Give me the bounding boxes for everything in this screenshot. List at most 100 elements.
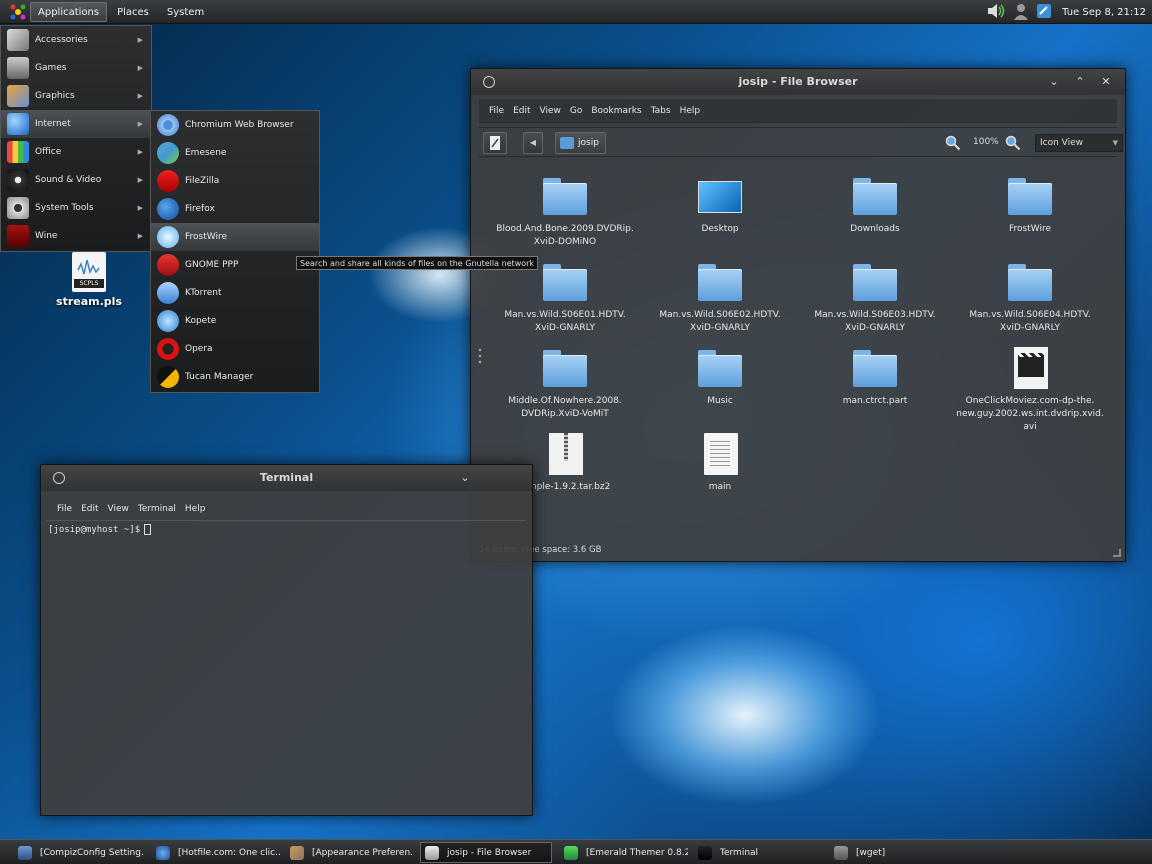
folder-item[interactable]: Man.vs.Wild.S06E03.HDTV. XviD-GNARLY [801, 261, 949, 335]
browser-icon [156, 845, 170, 860]
menu-item-office[interactable]: Office ▶ [1, 138, 151, 166]
taskbar-button-appearance[interactable]: [Appearance Preferen... [286, 842, 414, 863]
menu-item-system-tools[interactable]: System Tools ▶ [1, 194, 151, 222]
ktorrent-icon [157, 282, 179, 304]
menu-tabs[interactable]: Tabs [651, 106, 671, 116]
menu-bookmarks[interactable]: Bookmarks [591, 106, 641, 116]
folder-item[interactable]: Downloads [801, 175, 949, 236]
notification-icon[interactable] [1036, 3, 1052, 22]
window-resize-grip[interactable] [1113, 549, 1121, 557]
taskbar-button-wget[interactable]: [wget] [830, 842, 950, 863]
taskbar-button-terminal[interactable]: Terminal [694, 842, 822, 863]
clock[interactable]: Tue Sep 8, 21:12 [1062, 7, 1146, 18]
window-title: josip - File Browser [738, 75, 858, 88]
menu-edit[interactable]: Edit [81, 504, 98, 514]
menu-item-gnome-ppp[interactable]: GNOME PPP [151, 251, 319, 279]
folder-item[interactable]: Man.vs.Wild.S06E04.HDTV. XviD-GNARLY [956, 261, 1104, 335]
menu-item-accessories[interactable]: Accessories ▶ [1, 26, 151, 54]
menu-item-tucan-manager[interactable]: Tucan Manager [151, 363, 319, 391]
menu-help[interactable]: Help [680, 106, 701, 116]
back-arrow-icon[interactable]: ◀ [523, 132, 543, 154]
file-browser-titlebar[interactable]: josip - File Browser ⌄ ⌃ ✕ [471, 69, 1125, 95]
folder-item[interactable]: Middle.Of.Nowhere.2008. DVDRip.XviD-VoMi… [491, 347, 639, 421]
sidebar-resize-handle[interactable] [478, 347, 482, 365]
applications-menu[interactable]: Applications [30, 1, 108, 22]
emerald-icon [564, 845, 578, 860]
file-name: Middle.Of.Nowhere.2008. DVDRip.XviD-VoMi… [508, 396, 622, 419]
taskbar-button-emerald[interactable]: [Emerald Themer 0.8.2] [560, 842, 688, 863]
globe-icon [7, 113, 29, 135]
menu-file[interactable]: File [57, 504, 72, 514]
taskbar-label: [CompizConfig Setting... [40, 847, 144, 858]
menu-item-ktorrent[interactable]: KTorrent [151, 279, 319, 307]
menu-file[interactable]: File [489, 106, 504, 116]
taskbar-button-compiz[interactable]: [CompizConfig Setting... [14, 842, 144, 863]
file-browser-icon [425, 845, 439, 860]
edit-location-button[interactable] [483, 132, 507, 154]
menu-item-wine[interactable]: Wine ▶ [1, 222, 151, 250]
desktop-file-stream-pls[interactable]: SCPLS stream.pls [52, 252, 126, 308]
folder-item[interactable]: Blood.And.Bone.2009.DVDRip. XviD-DOMiNO [491, 175, 639, 249]
menu-terminal[interactable]: Terminal [138, 504, 176, 514]
menu-item-label: Firefox [185, 204, 215, 214]
file-item[interactable]: OneClickMoviez.com-dp-the. new.guy.2002.… [956, 347, 1104, 434]
file-browser-menubar: File Edit View Go Bookmarks Tabs Help [479, 99, 1117, 123]
file-item[interactable]: Desktop [646, 175, 794, 236]
places-menu[interactable]: Places [109, 2, 157, 22]
user-icon[interactable] [1012, 2, 1030, 23]
menu-item-graphics[interactable]: Graphics ▶ [1, 82, 151, 110]
menu-item-emesene[interactable]: Emesene [151, 139, 319, 167]
zoom-level[interactable]: 100% [973, 137, 999, 147]
minimize-icon[interactable]: ⌄ [1045, 73, 1063, 91]
file-item[interactable]: main [646, 433, 794, 494]
accessories-icon [7, 29, 29, 51]
location-toolbar: ◀ josip 100% Icon View ▼ [479, 127, 1123, 157]
menu-item-kopete[interactable]: Kopete [151, 307, 319, 335]
volume-icon[interactable] [986, 2, 1006, 23]
menu-item-sound-video[interactable]: Sound & Video ▶ [1, 166, 151, 194]
file-name: Man.vs.Wild.S06E02.HDTV. XviD-GNARLY [659, 310, 781, 333]
folder-item[interactable]: FrostWire [956, 175, 1104, 236]
appearance-icon [290, 845, 304, 860]
system-tray: Tue Sep 8, 21:12 [986, 0, 1146, 24]
taskbar-button-browser[interactable]: [Hotfile.com: One clic... [152, 842, 280, 863]
bottom-taskbar: [CompizConfig Setting... [Hotfile.com: On… [0, 839, 1152, 864]
taskbar-button-file-browser[interactable]: josip - File Browser [420, 842, 552, 863]
menu-help[interactable]: Help [185, 504, 206, 514]
menu-item-firefox[interactable]: Firefox [151, 195, 319, 223]
emesene-icon [157, 142, 179, 164]
folder-item[interactable]: Man.vs.Wild.S06E01.HDTV. XviD-GNARLY [491, 261, 639, 335]
terminal-output[interactable]: [josip@myhost ~]$ [48, 524, 532, 535]
submenu-arrow-icon: ▶ [137, 148, 143, 156]
menu-view[interactable]: View [540, 106, 561, 116]
system-menu[interactable]: System [159, 2, 212, 22]
frostwire-tooltip: Search and share all kinds of files on t… [296, 256, 539, 270]
folder-icon [541, 175, 589, 217]
maximize-icon[interactable]: ⌃ [1071, 73, 1089, 91]
folder-item[interactable]: Man.vs.Wild.S06E02.HDTV. XviD-GNARLY [646, 261, 794, 335]
menu-edit[interactable]: Edit [513, 106, 530, 116]
terminal-titlebar[interactable]: Terminal ⌄ [41, 465, 532, 491]
menu-item-opera[interactable]: Opera [151, 335, 319, 363]
menu-view[interactable]: View [108, 504, 129, 514]
breadcrumb-label: josip [578, 138, 599, 148]
terminal-menubar: File Edit View Terminal Help [47, 497, 526, 521]
folder-item[interactable]: Music [646, 347, 794, 408]
gnome-foot-icon[interactable] [8, 2, 28, 22]
menu-item-label: Internet [35, 119, 71, 129]
menu-item-chromium-web-browser[interactable]: Chromium Web Browser [151, 111, 319, 139]
office-icon [7, 141, 29, 163]
zoom-out-icon[interactable] [945, 135, 961, 154]
view-mode-select[interactable]: Icon View ▼ [1035, 134, 1123, 152]
zoom-in-icon[interactable] [1005, 135, 1021, 154]
minimize-icon[interactable]: ⌄ [456, 469, 474, 487]
menu-go[interactable]: Go [570, 106, 582, 116]
applications-dropdown: Accessories ▶ Games ▶ Graphics ▶ Internet ▶ Offi… [0, 25, 152, 252]
close-icon[interactable]: ✕ [1097, 73, 1115, 91]
menu-item-internet[interactable]: Internet ▶ [1, 110, 151, 138]
breadcrumb-home[interactable]: josip [555, 132, 606, 154]
folder-item[interactable]: man.ctrct.part [801, 347, 949, 408]
menu-item-filezilla[interactable]: FileZilla [151, 167, 319, 195]
menu-item-games[interactable]: Games ▶ [1, 54, 151, 82]
menu-item-frostwire[interactable]: FrostWire [151, 223, 319, 251]
